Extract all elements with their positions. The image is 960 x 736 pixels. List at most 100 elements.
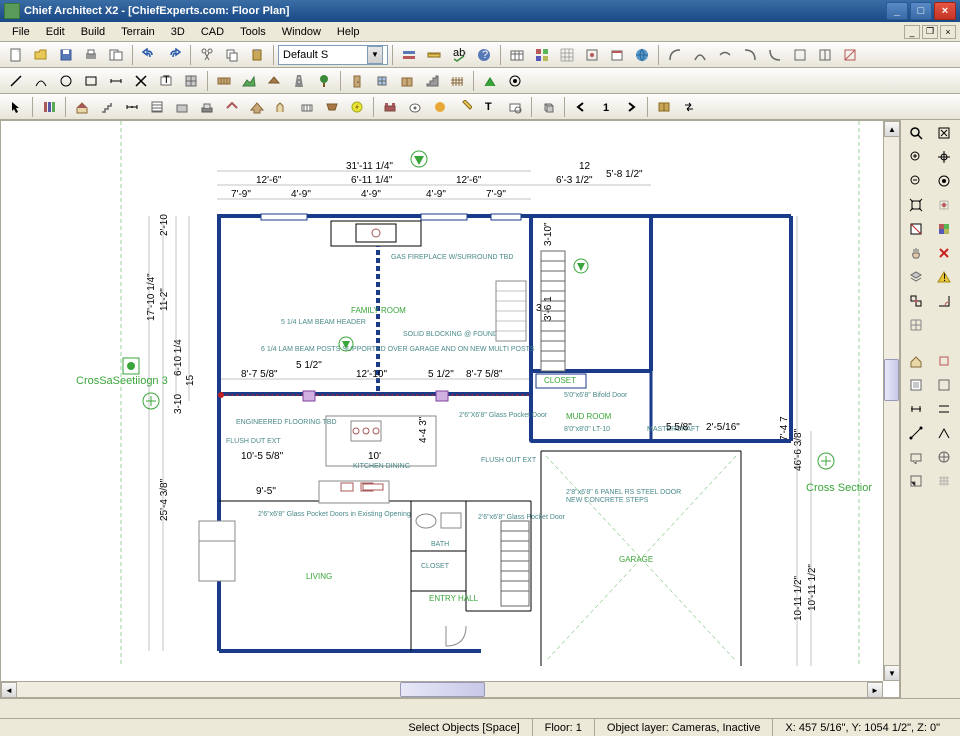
platform-icon[interactable]: [170, 96, 194, 118]
arc5-button[interactable]: [763, 44, 787, 66]
floor-plan-canvas[interactable]: 31'-11 1/4" 12'-6" 6'-11 1/4" 12'-6" 6'-…: [1, 121, 899, 697]
rt-note[interactable]: [903, 446, 929, 468]
print-button[interactable]: [79, 44, 103, 66]
dim-icon[interactable]: [120, 96, 144, 118]
menu-3d[interactable]: 3D: [163, 24, 193, 40]
hand-tool[interactable]: [903, 242, 929, 264]
detail-icon[interactable]: [503, 96, 527, 118]
road-tool[interactable]: [287, 70, 311, 92]
schedule-button[interactable]: [505, 44, 529, 66]
minimize-button[interactable]: _: [886, 2, 908, 20]
scroll-v-thumb[interactable]: [884, 359, 899, 401]
next-button[interactable]: [619, 96, 643, 118]
scroll-right-button[interactable]: ►: [867, 682, 883, 698]
mdi-minimize[interactable]: _: [904, 25, 920, 39]
menu-build[interactable]: Build: [73, 24, 113, 40]
trey-icon[interactable]: [295, 96, 319, 118]
help-button[interactable]: ?: [472, 44, 496, 66]
undo-button[interactable]: [137, 44, 161, 66]
roof-plane-icon[interactable]: [220, 96, 244, 118]
blank-rt1[interactable]: [931, 314, 957, 336]
arc-button[interactable]: [663, 44, 687, 66]
crosshair-tool[interactable]: [931, 146, 957, 168]
select-tool[interactable]: [4, 96, 28, 118]
furniture-icon[interactable]: [378, 96, 402, 118]
dormer-icon[interactable]: [270, 96, 294, 118]
foundation-icon[interactable]: [195, 96, 219, 118]
color-off-tool[interactable]: [903, 218, 929, 240]
menu-cad[interactable]: CAD: [193, 24, 232, 40]
prev-button[interactable]: [569, 96, 593, 118]
color-tool[interactable]: [931, 218, 957, 240]
arc3-button[interactable]: [713, 44, 737, 66]
menu-tools[interactable]: Tools: [232, 24, 274, 40]
dimension-tool[interactable]: [104, 70, 128, 92]
arc4-button[interactable]: [738, 44, 762, 66]
cut-button[interactable]: [195, 44, 219, 66]
library-button[interactable]: [37, 96, 61, 118]
paste-button[interactable]: [245, 44, 269, 66]
menu-file[interactable]: File: [4, 24, 38, 40]
circle-tool[interactable]: [54, 70, 78, 92]
block-tool[interactable]: [179, 70, 203, 92]
window-tool[interactable]: [370, 70, 394, 92]
redo-button[interactable]: [162, 44, 186, 66]
cube-icon[interactable]: [536, 96, 560, 118]
plant-tool[interactable]: [312, 70, 336, 92]
ceiling-icon[interactable]: [320, 96, 344, 118]
delete-tool[interactable]: [931, 242, 957, 264]
vertical-scrollbar[interactable]: ▲ ▼: [883, 121, 899, 681]
roof-tool[interactable]: [262, 70, 286, 92]
text-tool[interactable]: T: [154, 70, 178, 92]
open-file-button[interactable]: [29, 44, 53, 66]
menu-help[interactable]: Help: [329, 24, 368, 40]
rt-note2[interactable]: [931, 446, 957, 468]
scroll-left-button[interactable]: ◄: [1, 682, 17, 698]
wall-tool[interactable]: [212, 70, 236, 92]
globe-button[interactable]: [630, 44, 654, 66]
calendar-button[interactable]: [605, 44, 629, 66]
scroll-up-button[interactable]: ▲: [884, 121, 900, 137]
snap-object-tool[interactable]: [903, 290, 929, 312]
new-file-button[interactable]: [4, 44, 28, 66]
rt-grid[interactable]: [931, 470, 957, 492]
floor-icon[interactable]: [145, 96, 169, 118]
box-button[interactable]: [788, 44, 812, 66]
cross-tool[interactable]: [129, 70, 153, 92]
box3-button[interactable]: [838, 44, 862, 66]
layer-set-combo[interactable]: Default S ▼: [278, 45, 388, 65]
swap-icon[interactable]: [677, 96, 701, 118]
rt-cad2[interactable]: [931, 422, 957, 444]
zoom-tool[interactable]: [903, 122, 929, 144]
scroll-v-track[interactable]: [884, 137, 899, 665]
floor-1-icon[interactable]: 1: [594, 96, 618, 118]
warning-tool[interactable]: !: [931, 266, 957, 288]
rect-tool[interactable]: [79, 70, 103, 92]
arc-tool[interactable]: [29, 70, 53, 92]
ruler-button[interactable]: [422, 44, 446, 66]
fill-window-tool[interactable]: [931, 122, 957, 144]
library-browser-button[interactable]: [903, 350, 929, 372]
camera-tool[interactable]: [478, 70, 502, 92]
ruler-dim-icon[interactable]: [453, 96, 477, 118]
menu-window[interactable]: Window: [274, 24, 329, 40]
zoom-in-tool[interactable]: [903, 146, 929, 168]
chevron-down-icon[interactable]: ▼: [367, 46, 383, 64]
mdi-close[interactable]: ×: [940, 25, 956, 39]
walkthrough-tool[interactable]: [503, 70, 527, 92]
grid-button[interactable]: [555, 44, 579, 66]
rt-dim[interactable]: [903, 398, 929, 420]
cabinet-tool[interactable]: [395, 70, 419, 92]
expand-tool[interactable]: [903, 194, 929, 216]
line-tool[interactable]: [4, 70, 28, 92]
spell-check-button[interactable]: abc: [447, 44, 471, 66]
layers-tool[interactable]: [903, 266, 929, 288]
reference-icon[interactable]: [652, 96, 676, 118]
terrain-tool[interactable]: [237, 70, 261, 92]
zoom-out-tool[interactable]: [903, 170, 929, 192]
rt-detail[interactable]: [931, 374, 957, 396]
text-abc-icon[interactable]: T: [478, 96, 502, 118]
house-icon[interactable]: [70, 96, 94, 118]
scroll-h-track[interactable]: [17, 682, 867, 697]
fence-tool[interactable]: [445, 70, 469, 92]
